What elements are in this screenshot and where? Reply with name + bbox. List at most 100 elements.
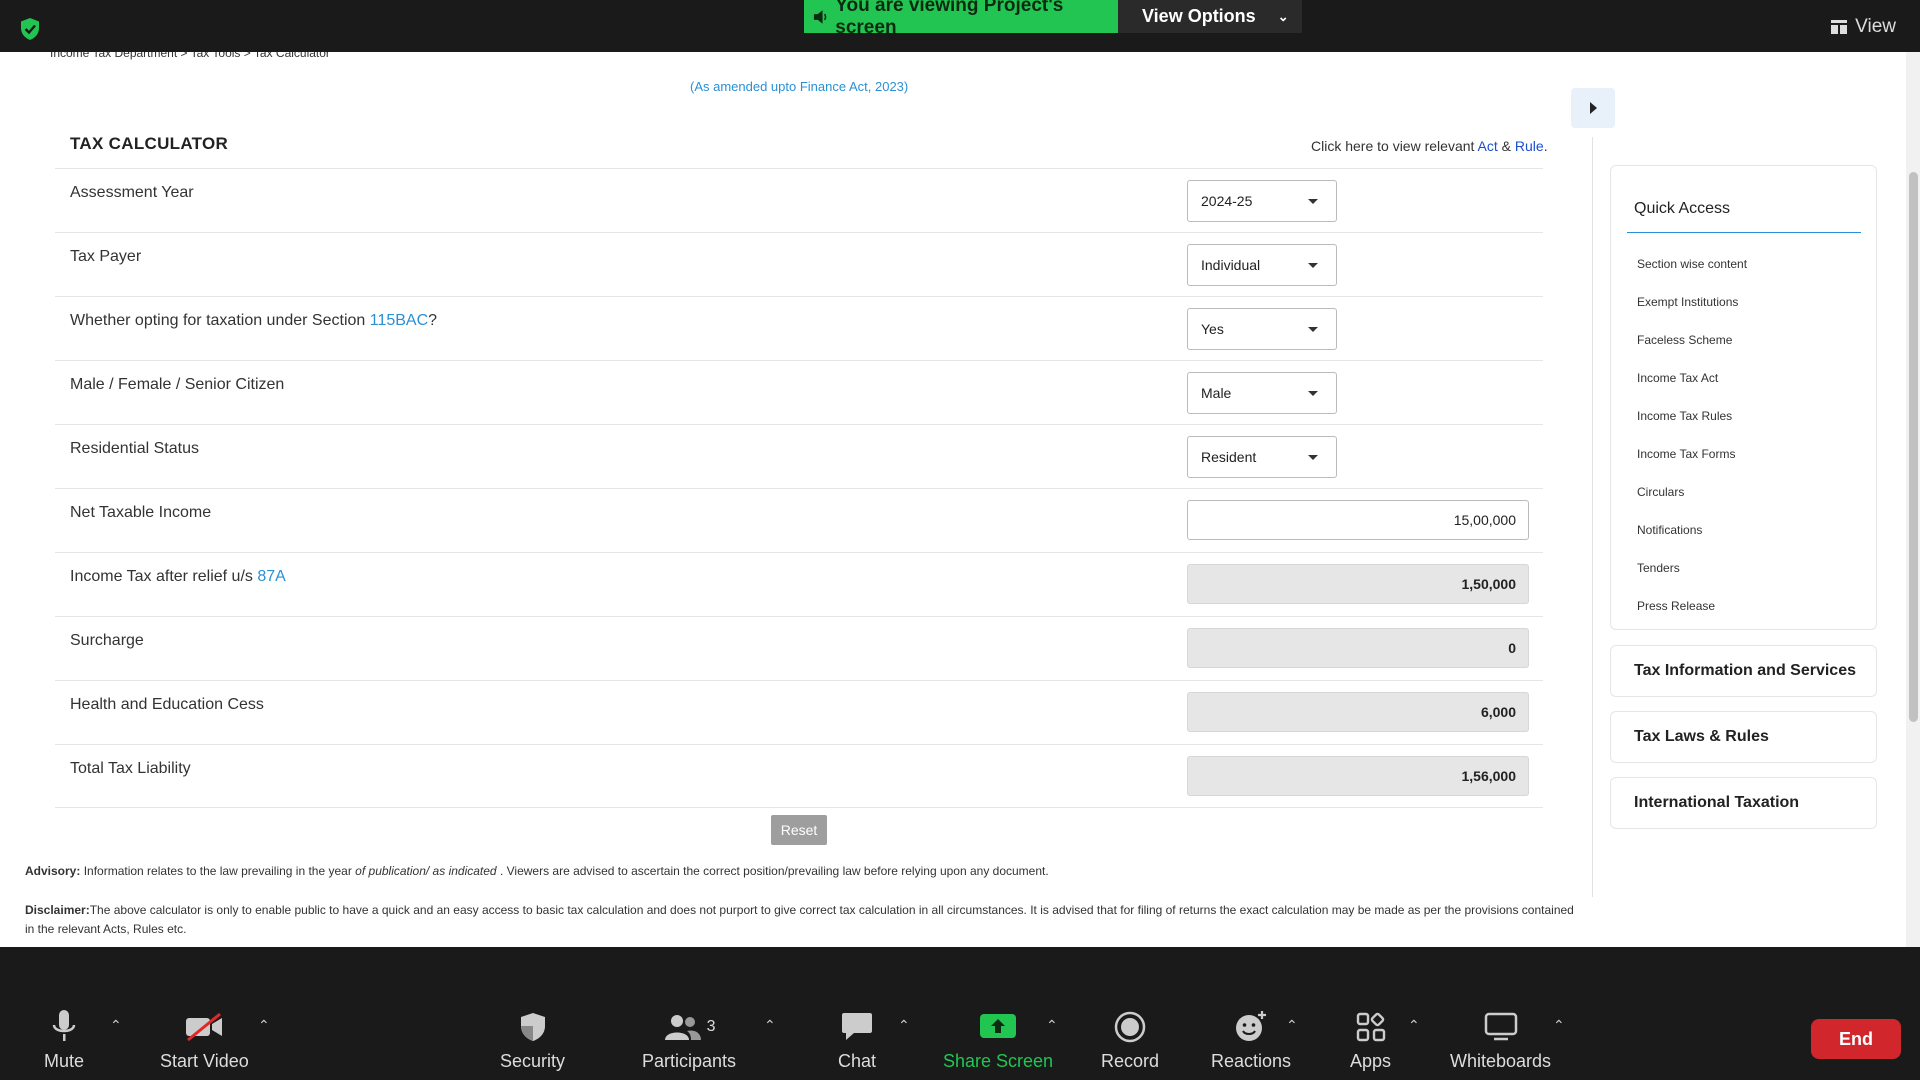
- record-button[interactable]: Record: [1101, 1007, 1159, 1072]
- shield-check-icon[interactable]: [19, 17, 41, 41]
- quick-access-item[interactable]: Income Tax Forms: [1637, 447, 1735, 461]
- quick-access-item[interactable]: Tenders: [1637, 561, 1680, 575]
- speaker-icon: [813, 9, 827, 24]
- advisory-text: Advisory: Information relates to the law…: [25, 864, 1575, 878]
- tax-information-services-card[interactable]: Tax Information and Services: [1610, 645, 1877, 697]
- tax-payer-value: Individual: [1201, 257, 1261, 273]
- act-note-amp: &: [1497, 138, 1515, 154]
- disclaimer-text: Disclaimer:The above calculator is only …: [25, 901, 1585, 939]
- opting-label-text: Whether opting for taxation under Sectio…: [70, 312, 370, 329]
- chevron-up-icon[interactable]: ⌃: [1408, 1017, 1420, 1034]
- caret-down-icon: [1308, 327, 1318, 332]
- view-options-button[interactable]: View Options ⌄: [1118, 0, 1302, 33]
- view-label: View: [1855, 16, 1896, 37]
- international-taxation-card[interactable]: International Taxation: [1610, 777, 1877, 829]
- chevron-down-icon: ⌄: [1277, 8, 1289, 24]
- participants-icon: [664, 1015, 701, 1040]
- shared-screen-page: Income Tax Department > Tax Tools > Tax …: [0, 52, 1920, 947]
- share-screen-button[interactable]: Share Screen: [943, 1007, 1053, 1072]
- chevron-up-icon[interactable]: ⌃: [764, 1017, 776, 1034]
- apps-button[interactable]: Apps: [1350, 1007, 1391, 1072]
- advisory-text-1: Information relates to the law prevailin…: [80, 864, 356, 878]
- residential-status-value: Resident: [1201, 449, 1257, 465]
- act-note-suffix: .: [1543, 138, 1548, 154]
- quick-access-item[interactable]: Faceless Scheme: [1637, 333, 1732, 347]
- advisory-text-2: . Viewers are advised to ascertain the c…: [496, 864, 1049, 878]
- whiteboards-button[interactable]: Whiteboards: [1450, 1007, 1551, 1072]
- apps-label: Apps: [1350, 1051, 1392, 1071]
- surcharge-label: Surcharge: [70, 632, 144, 649]
- income-tax-label: Income Tax after relief u/s 87A: [70, 568, 286, 586]
- chat-bubble-icon: [842, 1013, 873, 1040]
- participants-button[interactable]: 3 Participants: [642, 1007, 736, 1072]
- security-label: Security: [500, 1051, 566, 1071]
- view-button[interactable]: View: [1831, 16, 1896, 38]
- chevron-up-icon[interactable]: ⌃: [110, 1017, 122, 1034]
- reactions-button[interactable]: Reactions: [1211, 1007, 1291, 1072]
- gender-value: Male: [1201, 385, 1232, 401]
- record-icon: [1114, 1011, 1146, 1043]
- residential-status-select[interactable]: Resident: [1187, 436, 1337, 478]
- participants-label: Participants: [642, 1051, 737, 1071]
- tax-payer-select[interactable]: Individual: [1187, 244, 1337, 286]
- start-video-label: Start Video: [160, 1051, 249, 1071]
- breadcrumb[interactable]: Income Tax Department > Tax Tools > Tax …: [50, 52, 330, 60]
- quick-access-panel: Quick Access Section wise content Exempt…: [1610, 165, 1877, 630]
- rule-link[interactable]: Rule: [1515, 138, 1544, 154]
- chevron-up-icon[interactable]: ⌃: [1553, 1017, 1565, 1034]
- income-tax-output: 1,50,000: [1187, 564, 1529, 604]
- caret-down-icon: [1308, 199, 1318, 204]
- row-residential-status: Residential Status Resident: [55, 424, 1543, 488]
- chevron-up-icon[interactable]: ⌃: [898, 1017, 910, 1034]
- section-87a-link[interactable]: 87A: [257, 568, 285, 585]
- sidebar-toggle-button[interactable]: [1571, 88, 1615, 128]
- chat-button[interactable]: Chat: [838, 1007, 876, 1072]
- row-gender: Male / Female / Senior Citizen Male: [55, 360, 1543, 424]
- whiteboards-label: Whiteboards: [1450, 1051, 1552, 1071]
- gender-label: Male / Female / Senior Citizen: [70, 376, 285, 393]
- quick-access-item[interactable]: Press Release: [1637, 599, 1715, 613]
- quick-access-item[interactable]: Income Tax Act: [1637, 371, 1718, 385]
- reset-button[interactable]: Reset: [771, 815, 827, 845]
- mute-button[interactable]: Mute: [44, 1007, 84, 1072]
- quick-access-item[interactable]: Section wise content: [1637, 257, 1747, 271]
- act-link[interactable]: Act: [1478, 138, 1498, 154]
- net-taxable-income-input[interactable]: 15,00,000: [1187, 500, 1529, 540]
- quick-access-item[interactable]: Notifications: [1637, 523, 1702, 537]
- chevron-up-icon[interactable]: ⌃: [1046, 1017, 1058, 1034]
- quick-access-item[interactable]: Circulars: [1637, 485, 1684, 499]
- opting-select[interactable]: Yes: [1187, 308, 1337, 350]
- security-button[interactable]: Security: [500, 1007, 565, 1072]
- row-cess: Health and Education Cess 6,000: [55, 680, 1543, 744]
- chat-label: Chat: [838, 1051, 877, 1071]
- section-115bac-link[interactable]: 115BAC: [370, 312, 428, 329]
- opting-value: Yes: [1201, 321, 1224, 337]
- start-video-button[interactable]: Start Video: [160, 1007, 249, 1072]
- disclaimer-heading: Disclaimer:: [25, 903, 90, 917]
- share-screen-label: Share Screen: [943, 1051, 1054, 1071]
- quick-access-title: Quick Access: [1634, 200, 1731, 217]
- video-off-icon: [186, 1012, 223, 1042]
- quick-access-item[interactable]: Income Tax Rules: [1637, 409, 1732, 423]
- assessment-year-select[interactable]: 2024-25: [1187, 180, 1337, 222]
- net-taxable-income-label: Net Taxable Income: [70, 504, 212, 521]
- scrollbar-thumb[interactable]: [1909, 172, 1918, 722]
- viewing-banner-text: You are viewing Project's screen: [835, 0, 1064, 38]
- row-income-tax: Income Tax after relief u/s 87A 1,50,000: [55, 552, 1543, 616]
- end-meeting-button[interactable]: End: [1811, 1019, 1901, 1059]
- gender-select[interactable]: Male: [1187, 372, 1337, 414]
- mute-label: Mute: [44, 1051, 85, 1071]
- tax-laws-rules-card[interactable]: Tax Laws & Rules: [1610, 711, 1877, 763]
- quick-access-item[interactable]: Exempt Institutions: [1637, 295, 1738, 309]
- act-rule-note: Click here to view relevant Act & Rule.: [1311, 138, 1548, 154]
- row-total-tax: Total Tax Liability 1,56,000: [55, 744, 1543, 808]
- advisory-heading: Advisory:: [25, 864, 81, 878]
- caret-down-icon: [1308, 391, 1318, 396]
- view-options-label: View Options: [1142, 6, 1256, 26]
- opting-label-suffix: ?: [428, 312, 438, 329]
- chevron-up-icon[interactable]: ⌃: [258, 1017, 270, 1034]
- page-scrollbar[interactable]: [1906, 52, 1920, 947]
- sidebar-divider: [1592, 137, 1593, 897]
- chevron-up-icon[interactable]: ⌃: [1286, 1017, 1298, 1034]
- grid-view-icon: [1831, 20, 1848, 34]
